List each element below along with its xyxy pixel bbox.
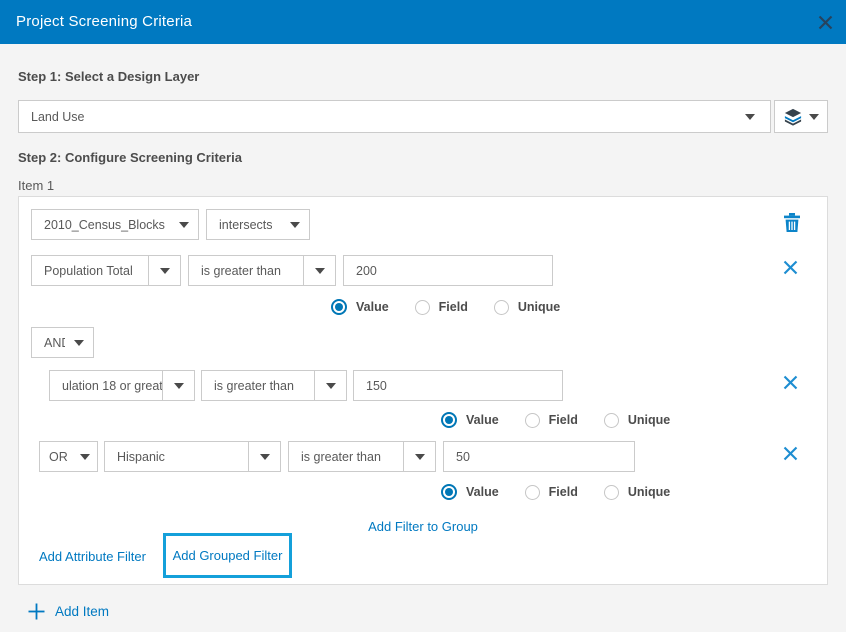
filter1-value-input[interactable] — [343, 255, 553, 286]
radio-value-label: Value — [356, 300, 389, 314]
filter2-value-type-radios: Value Field Unique — [441, 412, 670, 428]
conjunction1-select[interactable]: AND — [31, 327, 94, 358]
add-attribute-filter-link[interactable]: Add Attribute Filter — [39, 549, 146, 564]
filter1-operator-select[interactable]: is greater than — [188, 255, 336, 286]
chevron-down-icon — [170, 210, 198, 239]
spatial-operator-value: intersects — [207, 210, 281, 239]
add-grouped-filter-highlight: Add Grouped Filter — [163, 533, 292, 578]
radio-unique[interactable]: Unique — [494, 300, 560, 315]
remove-filter1-button[interactable] — [780, 257, 800, 277]
filter3-operator-select[interactable]: is greater than — [288, 441, 436, 472]
radio-selected-icon — [441, 412, 457, 428]
x-icon — [783, 446, 798, 461]
dialog-title: Project Screening Criteria — [16, 0, 192, 44]
chevron-down-icon — [162, 371, 194, 400]
chevron-down-icon — [65, 328, 93, 357]
radio-value-label: Value — [466, 485, 499, 499]
filter2-field-select[interactable]: ulation 18 or greater — [49, 370, 195, 401]
radio-unselected-icon — [525, 485, 540, 500]
radio-unique[interactable]: Unique — [604, 413, 670, 428]
add-item-label: Add Item — [55, 604, 109, 619]
step2-label: Step 2: Configure Screening Criteria — [18, 150, 242, 165]
radio-selected-icon — [441, 484, 457, 500]
chevron-down-icon — [148, 256, 180, 285]
radio-unselected-icon — [415, 300, 430, 315]
spatial-operator-select[interactable]: intersects — [206, 209, 310, 240]
dialog-header: Project Screening Criteria — [0, 0, 846, 44]
radio-unselected-icon — [525, 413, 540, 428]
radio-value-label: Value — [466, 413, 499, 427]
layers-icon — [784, 108, 802, 126]
filter3-operator-value: is greater than — [289, 442, 403, 471]
radio-unique[interactable]: Unique — [604, 485, 670, 500]
layer-options-button[interactable] — [774, 100, 828, 133]
filter2-operator-value: is greater than — [202, 371, 314, 400]
radio-unique-label: Unique — [628, 413, 670, 427]
filter3-field-value: Hispanic — [105, 442, 248, 471]
x-icon — [783, 260, 798, 275]
radio-field[interactable]: Field — [525, 485, 578, 500]
design-layer-value: Land Use — [19, 101, 730, 132]
filter3-value-type-radios: Value Field Unique — [441, 484, 670, 500]
radio-field-label: Field — [549, 485, 578, 499]
filter2-field-value: ulation 18 or greater — [50, 371, 162, 400]
conjunction2-select[interactable]: OR — [39, 441, 98, 472]
radio-selected-icon — [331, 299, 347, 315]
chevron-down-icon — [303, 256, 335, 285]
remove-filter3-button[interactable] — [780, 443, 800, 463]
filter3-field-select[interactable]: Hispanic — [104, 441, 281, 472]
chevron-down-icon — [809, 114, 819, 120]
filter1-field-value: Population Total — [32, 256, 148, 285]
chevron-down-icon — [248, 442, 280, 471]
step1-label: Step 1: Select a Design Layer — [18, 69, 199, 84]
filter1-operator-value: is greater than — [189, 256, 303, 285]
chevron-down-icon — [314, 371, 346, 400]
trash-icon — [784, 213, 800, 232]
filter1-field-select[interactable]: Population Total — [31, 255, 181, 286]
delete-item-button[interactable] — [781, 211, 803, 233]
filter1-value-type-radios: Value Field Unique — [331, 299, 560, 315]
chevron-down-icon — [730, 101, 770, 132]
radio-unselected-icon — [604, 485, 619, 500]
radio-field-label: Field — [439, 300, 468, 314]
chevron-down-icon — [281, 210, 309, 239]
radio-value[interactable]: Value — [441, 484, 499, 500]
radio-field[interactable]: Field — [415, 300, 468, 315]
item-label: Item 1 — [18, 178, 54, 193]
chevron-down-icon — [403, 442, 435, 471]
radio-value[interactable]: Value — [441, 412, 499, 428]
radio-value[interactable]: Value — [331, 299, 389, 315]
radio-unselected-icon — [494, 300, 509, 315]
item-panel: 2010_Census_Blocks intersects Population — [18, 196, 828, 585]
add-grouped-filter-link[interactable]: Add Grouped Filter — [173, 548, 283, 563]
x-icon — [783, 375, 798, 390]
radio-field-label: Field — [549, 413, 578, 427]
radio-unselected-icon — [604, 413, 619, 428]
plus-icon — [28, 603, 45, 620]
conjunction1-value: AND — [32, 328, 65, 357]
add-filter-to-group-link[interactable]: Add Filter to Group — [19, 519, 827, 534]
filter3-value-input[interactable] — [443, 441, 635, 472]
filter2-operator-select[interactable]: is greater than — [201, 370, 347, 401]
conjunction2-value: OR — [40, 442, 73, 471]
remove-filter2-button[interactable] — [780, 372, 800, 392]
radio-unique-label: Unique — [628, 485, 670, 499]
filter2-value-input[interactable] — [353, 370, 563, 401]
radio-field[interactable]: Field — [525, 413, 578, 428]
add-item-button[interactable]: Add Item — [28, 603, 109, 620]
design-layer-select[interactable]: Land Use — [18, 100, 771, 133]
radio-unique-label: Unique — [518, 300, 560, 314]
close-icon[interactable] — [816, 13, 834, 31]
chevron-down-icon — [73, 442, 97, 471]
target-layer-select[interactable]: 2010_Census_Blocks — [31, 209, 199, 240]
project-screening-dialog: Project Screening Criteria Step 1: Selec… — [0, 0, 846, 632]
target-layer-value: 2010_Census_Blocks — [32, 210, 170, 239]
